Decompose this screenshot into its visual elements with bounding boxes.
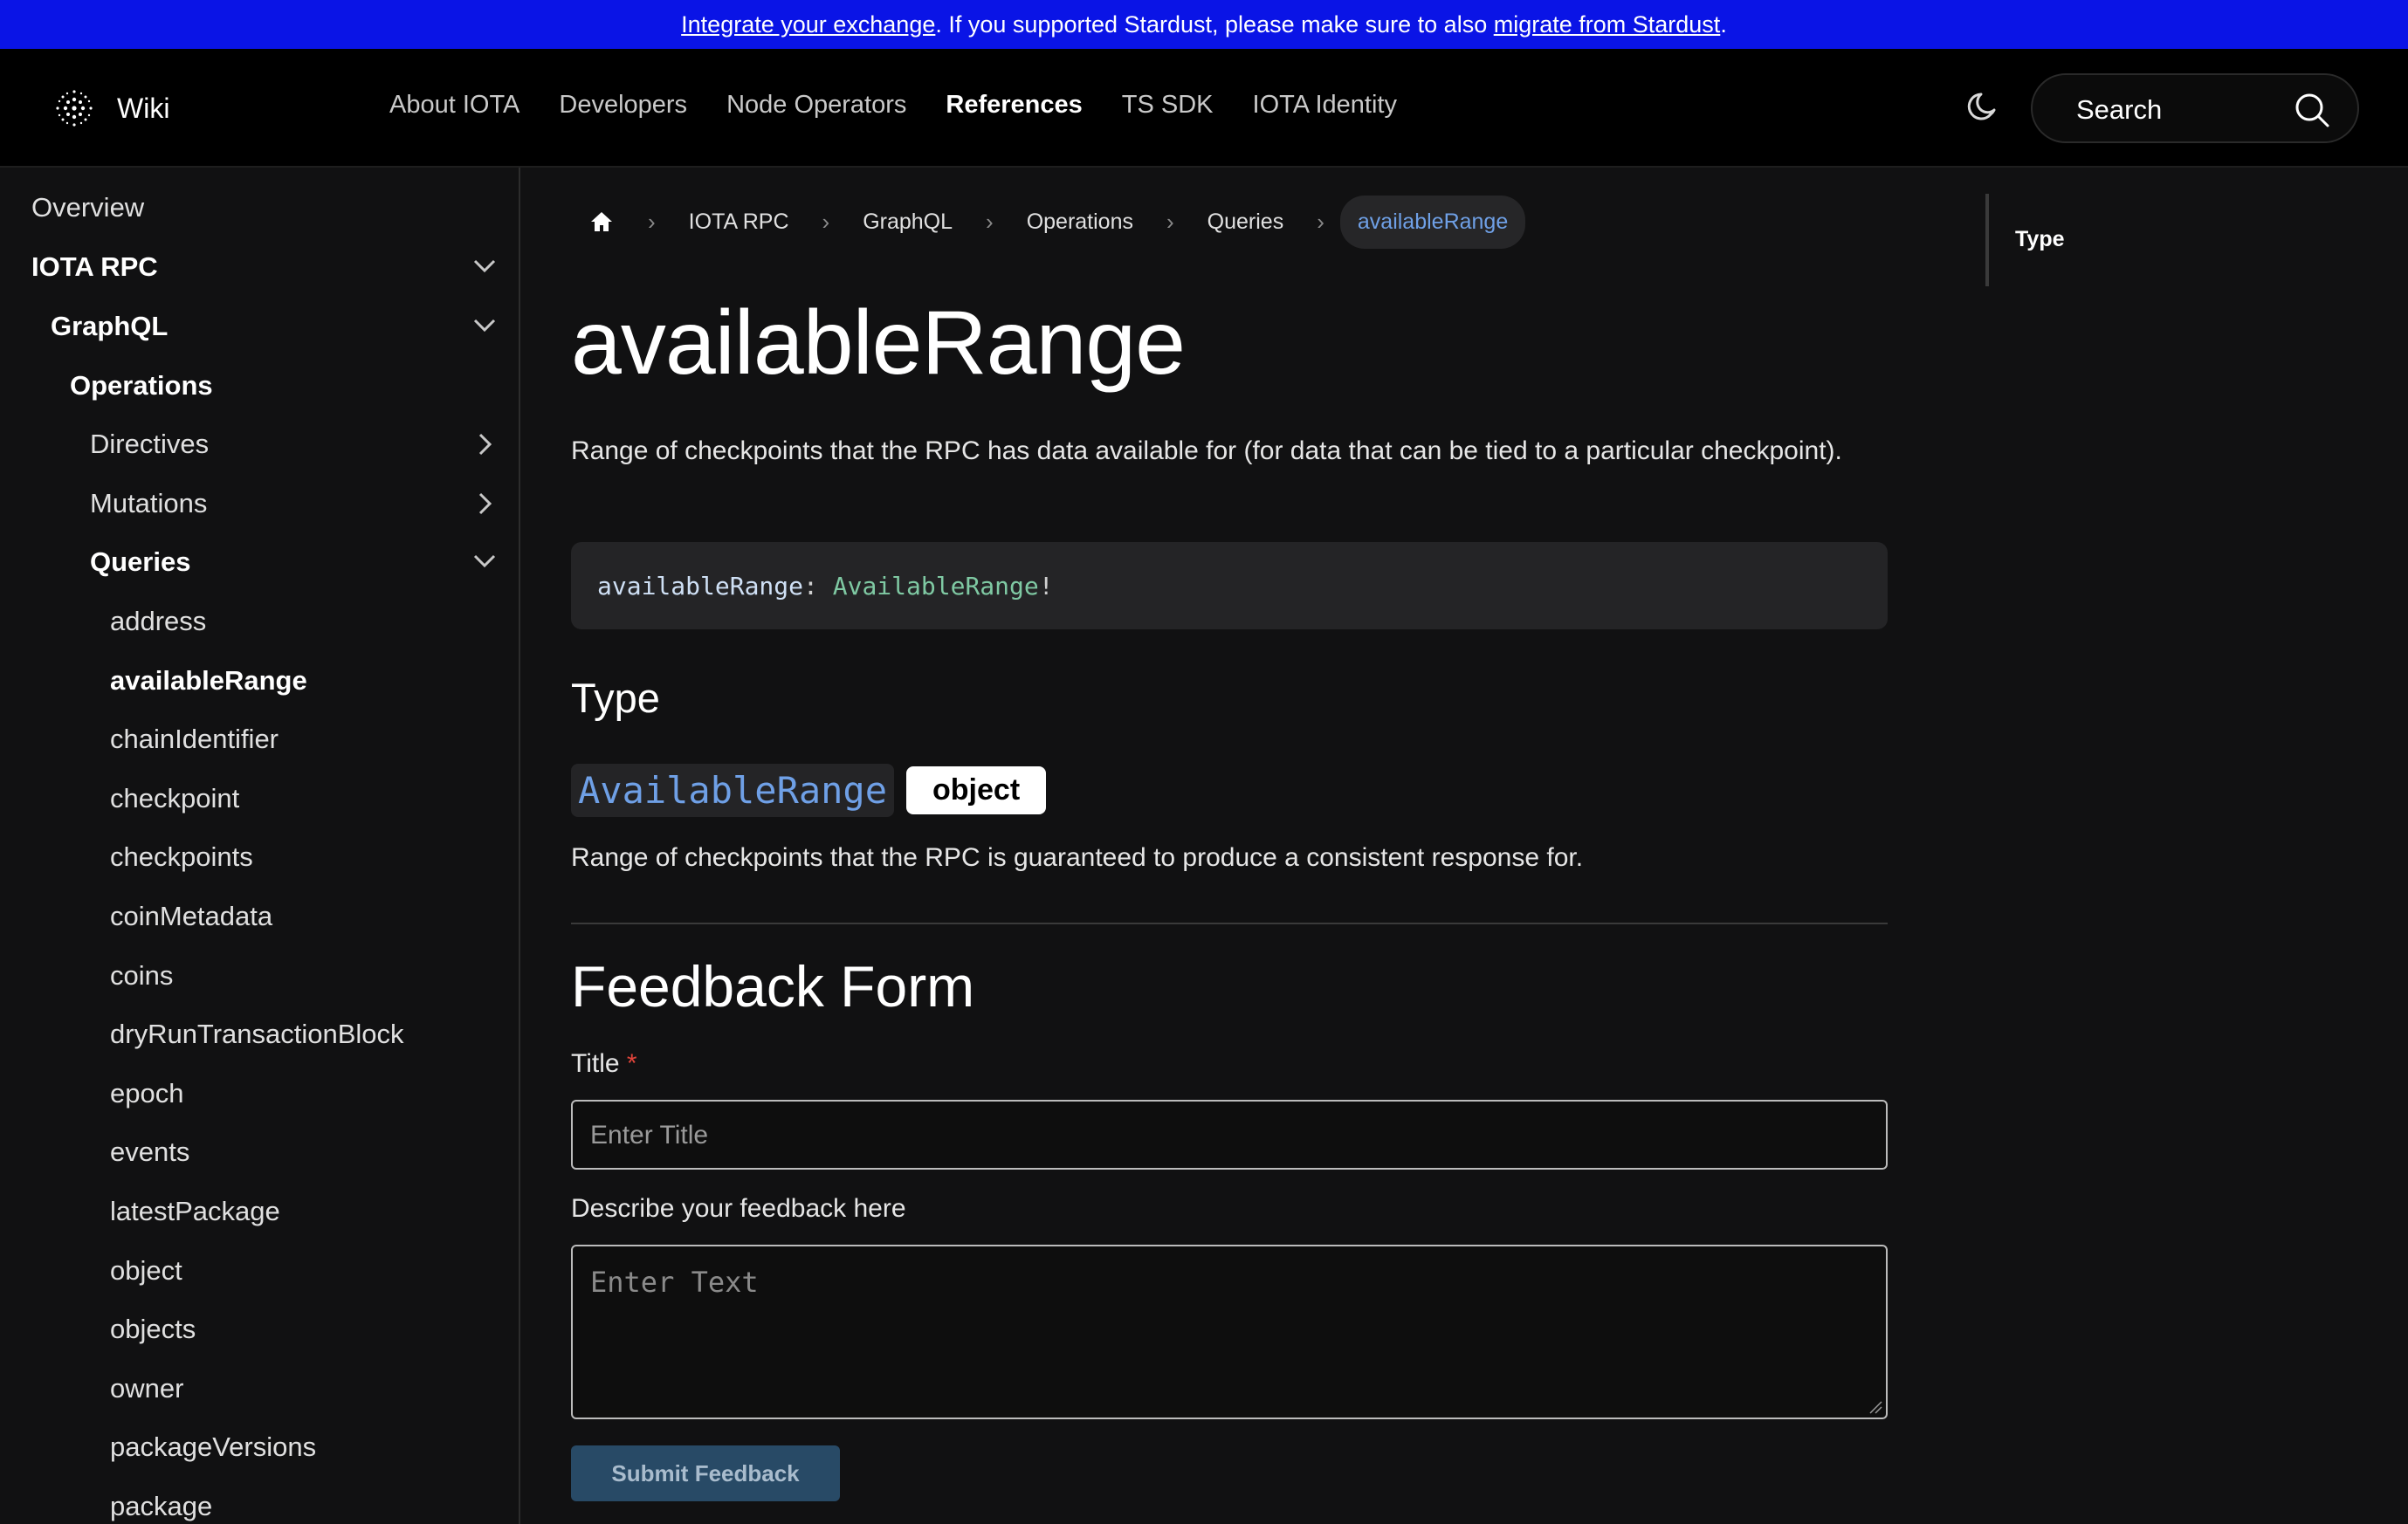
code-block: availableRange: AvailableRange! [571, 542, 1888, 629]
nav-references[interactable]: References [946, 91, 1082, 120]
breadcrumb-graphql[interactable]: GraphQL [863, 209, 953, 235]
sidebar-item-queries[interactable]: Queries [90, 546, 190, 578]
home-icon[interactable] [588, 209, 615, 235]
type-description: Range of checkpoints that the RPC is gua… [571, 843, 1584, 872]
chevron-down-icon[interactable] [470, 311, 499, 340]
sidebar-item-packageversions[interactable]: packageVersions [110, 1431, 316, 1463]
divider [571, 923, 1888, 924]
sidebar-item-objects[interactable]: objects [110, 1314, 196, 1345]
sidebar-item-object[interactable]: object [110, 1255, 182, 1287]
sidebar-item-owner[interactable]: owner [110, 1373, 183, 1404]
code-type-name: AvailableRange [832, 572, 1039, 601]
sidebar-item-address[interactable]: address [110, 606, 206, 637]
sidebar-item-coins[interactable]: coins [110, 960, 173, 992]
type-heading: Type [571, 675, 660, 721]
type-link[interactable]: AvailableRange [571, 763, 895, 817]
breadcrumb-queries[interactable]: Queries [1207, 209, 1284, 235]
sidebar-item-package[interactable]: package [110, 1491, 212, 1522]
sidebar-item-latestpackage[interactable]: latestPackage [110, 1196, 280, 1227]
page-description: Range of checkpoints that the RPC has da… [571, 436, 1842, 465]
toc-item-type[interactable]: Type [2015, 227, 2065, 252]
nav-about-iota[interactable]: About IOTA [389, 91, 519, 120]
chevron-right-icon[interactable] [470, 489, 499, 518]
home-brand-link[interactable]: Wiki [52, 86, 169, 131]
banner-text: . If you supported Stardust, please make… [935, 10, 1494, 38]
code-field-name: availableRange [597, 572, 804, 601]
feedback-heading: Feedback Form [571, 954, 975, 1019]
feedback-body-label: Describe your feedback here [571, 1194, 906, 1223]
top-navbar: Wiki About IOTA Developers Node Operator… [0, 49, 2408, 168]
toc-rail [1985, 194, 1989, 286]
chevron-right-icon: › [1317, 208, 1324, 235]
sidebar-item-epoch[interactable]: epoch [110, 1078, 183, 1109]
chevron-down-icon[interactable] [470, 546, 499, 576]
chevron-right-icon: › [986, 208, 994, 235]
sidebar-item-events[interactable]: events [110, 1136, 189, 1168]
breadcrumb: › IOTA RPC › GraphQL › Operations › Quer… [571, 194, 1526, 250]
iota-logo-icon [56, 90, 93, 127]
required-mark: * [626, 1049, 637, 1078]
nav-iota-identity[interactable]: IOTA Identity [1253, 91, 1397, 120]
title-label-text: Title [571, 1049, 620, 1078]
sidebar-item-operations[interactable]: Operations [70, 370, 213, 402]
sidebar-item-mutations[interactable]: Mutations [90, 488, 207, 519]
textarea-placeholder: Enter Text [590, 1266, 759, 1299]
code-colon: : [803, 572, 833, 601]
sidebar-item-dryruntransactionblock[interactable]: dryRunTransactionBlock [110, 1019, 404, 1050]
search-button[interactable]: Search [2031, 73, 2359, 143]
main-nav: About IOTA Developers Node Operators Ref… [389, 91, 1436, 120]
sidebar-item-checkpoint[interactable]: checkpoint [110, 783, 239, 814]
migrate-stardust-link[interactable]: migrate from Stardust [1494, 11, 1721, 38]
main-content: › IOTA RPC › GraphQL › Operations › Quer… [571, 168, 1889, 1524]
nav-node-operators[interactable]: Node Operators [726, 91, 906, 120]
sidebar-item-chainidentifier[interactable]: chainIdentifier [110, 724, 279, 755]
search-icon [2295, 93, 2329, 127]
announcement-banner: Integrate your exchange . If you support… [0, 0, 2408, 49]
docs-sidebar: Overview IOTA RPC GraphQL Operations Dir… [0, 168, 520, 1524]
breadcrumb-operations[interactable]: Operations [1027, 209, 1133, 235]
type-row: AvailableRange object [571, 763, 1047, 817]
brand-title: Wiki [117, 92, 170, 124]
code-non-null: ! [1038, 572, 1054, 601]
title-input[interactable]: Enter Title [571, 1100, 1888, 1170]
title-field-label: Title * [571, 1049, 637, 1079]
chevron-right-icon: › [648, 208, 656, 235]
banner-period: . [1720, 10, 1727, 38]
nav-ts-sdk[interactable]: TS SDK [1122, 91, 1214, 120]
feedback-textarea[interactable]: Enter Text [571, 1245, 1888, 1419]
submit-feedback-button[interactable]: Submit Feedback [571, 1445, 840, 1501]
chevron-right-icon[interactable] [470, 429, 499, 459]
breadcrumb-iota-rpc[interactable]: IOTA RPC [689, 209, 789, 235]
nav-developers[interactable]: Developers [559, 91, 687, 120]
page-title: availableRange [571, 292, 1186, 394]
search-label: Search [2076, 94, 2163, 125]
sidebar-item-checkpoints[interactable]: checkpoints [110, 841, 253, 873]
sidebar-item-availablerange[interactable]: availableRange [110, 665, 307, 697]
resize-handle-icon[interactable] [1868, 1400, 1882, 1414]
chevron-right-icon: › [1166, 208, 1174, 235]
type-kind-badge: object [906, 765, 1047, 814]
sidebar-item-coinmetadata[interactable]: coinMetadata [110, 901, 272, 932]
sidebar-item-directives[interactable]: Directives [90, 429, 209, 460]
chevron-down-icon[interactable] [470, 251, 499, 281]
moon-icon[interactable] [1964, 87, 2003, 126]
sidebar-item-overview[interactable]: Overview [31, 192, 144, 223]
sidebar-item-graphql[interactable]: GraphQL [51, 311, 168, 342]
chevron-right-icon: › [822, 208, 830, 235]
breadcrumb-current: availableRange [1339, 195, 1526, 249]
sidebar-item-iota-rpc[interactable]: IOTA RPC [31, 251, 158, 283]
integrate-exchange-link[interactable]: Integrate your exchange [681, 11, 935, 38]
